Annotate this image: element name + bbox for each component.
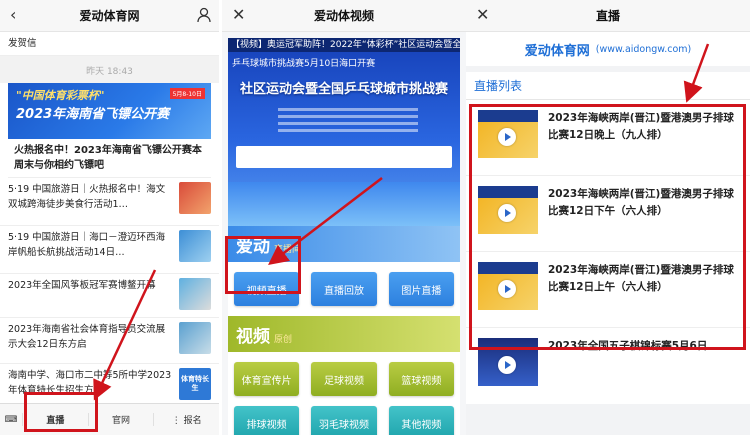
close-icon[interactable]: ✕ xyxy=(232,5,245,24)
play-icon xyxy=(498,356,516,374)
article-thumbnail xyxy=(179,230,211,262)
poster-ticker: 【视频】奥运冠军助阵！2022年“体彩杯”社区运动会暨全国 xyxy=(228,38,460,52)
article-cover-banner[interactable]: "中国体育彩票杯" 2023年海南省飞镖公开赛 5月8-10日 xyxy=(8,83,211,139)
brand-url: (www.aidongw.com) xyxy=(595,43,692,55)
list-item[interactable]: 2023年海南省社会体育指导员交流展示大会12日东方启 xyxy=(0,318,219,364)
football-video-button[interactable]: 足球视频 xyxy=(311,362,377,396)
brand-name: 爱动体育网 xyxy=(524,43,590,59)
section-header-video: 视频 原创 xyxy=(228,316,460,352)
video-button-grid: 体育宣传片 足球视频 篮球视频 排球视频 羽毛球视频 其他视频 xyxy=(228,352,460,435)
poster-title: 社区运动会暨全国乒乓球城市挑战赛 xyxy=(239,82,448,97)
highlight-box-video-list xyxy=(469,104,746,350)
site-brand: 爱动体育网 (www.aidongw.com) xyxy=(466,32,750,66)
wechat-chat-panel: ‹ 爱动体育网 发贺信 昨天 18:43 "中国体育彩票杯" 2023年海南省飞… xyxy=(0,0,222,435)
video-menu-panel: ✕ 爱动体视频 【视频】奥运冠军助阵！2022年“体彩杯”社区运动会暨全国 乒乓… xyxy=(222,0,466,435)
other-video-button[interactable]: 其他视频 xyxy=(388,406,454,435)
article-thumbnail: 体育特长生 xyxy=(179,368,211,400)
user-profile-icon[interactable] xyxy=(197,7,211,23)
article-thumbnail xyxy=(179,182,211,214)
page-title: 爱动体视频 xyxy=(313,9,374,23)
message-timestamp: 昨天 18:43 xyxy=(0,56,219,83)
banner-badge: 5月8-10日 xyxy=(169,88,205,99)
promo-video-button[interactable]: 体育宣传片 xyxy=(234,362,300,396)
article-thumbnail xyxy=(179,278,211,310)
thumbnail-label: 体育特长生 xyxy=(181,375,209,392)
sponsor-logos xyxy=(236,146,452,168)
live-top-bar: ✕ 直播 xyxy=(466,0,750,32)
keyboard-icon[interactable]: ⌨ xyxy=(0,415,22,425)
featured-video-poster[interactable]: 【视频】奥运冠军助阵！2022年“体彩杯”社区运动会暨全国 乒乓球城市挑战赛5月… xyxy=(228,38,460,226)
photo-live-button[interactable]: 图片直播 xyxy=(388,272,454,306)
volleyball-video-button[interactable]: 排球视频 xyxy=(234,406,300,435)
list-item[interactable]: 5·19 中国旅游日｜海口－澄迈环西海岸帆船长航挑战活动14日… xyxy=(0,226,219,274)
list-header: 直播列表 xyxy=(466,72,750,100)
page-title: 直播 xyxy=(595,9,620,23)
banner-line2: 2023年海南省飞镖公开赛 xyxy=(16,107,170,122)
close-icon[interactable]: ✕ xyxy=(476,5,489,24)
chat-title: 爱动体育网 xyxy=(79,9,140,23)
poster-detail-lines xyxy=(278,104,418,136)
video-top-bar: ✕ 爱动体视频 xyxy=(222,0,466,32)
list-item[interactable]: 发贺信 xyxy=(0,32,219,56)
list-item[interactable]: 5·19 中国旅游日｜火热报名中！海文双城跨海徒步美食行活动1… xyxy=(0,178,219,226)
article-headline[interactable]: 火热报名中！2023年海南省飞镖公开赛本周末与你相约飞镖吧 xyxy=(8,139,211,178)
live-replay-button[interactable]: 直播回放 xyxy=(311,272,377,306)
article-thumbnail xyxy=(179,322,211,354)
back-arrow-icon[interactable]: ‹ xyxy=(10,5,16,24)
poster-subticker: 乒乓球城市挑战赛5月10日海口开赛 xyxy=(232,59,376,69)
highlight-box-live-tab xyxy=(24,392,98,432)
list-item[interactable]: 2023年全国风筝板冠军赛博鳌开幕 xyxy=(0,274,219,318)
basketball-video-button[interactable]: 篮球视频 xyxy=(388,362,454,396)
chat-top-bar: ‹ 爱动体育网 xyxy=(0,0,219,32)
poster-decoration xyxy=(228,182,460,226)
highlight-box-video-live xyxy=(225,236,301,294)
tab-register[interactable]: ⋮ 报名 xyxy=(153,413,219,426)
badminton-video-button[interactable]: 羽毛球视频 xyxy=(311,406,377,435)
